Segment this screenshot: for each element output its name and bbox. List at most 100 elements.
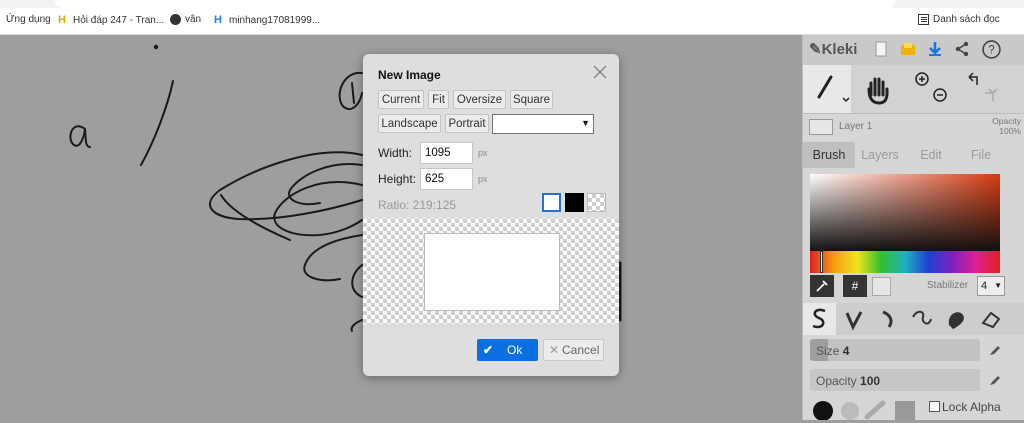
opacity-label: Opacity [816,374,857,388]
brush-icon [817,75,850,103]
cancel-button[interactable]: ✕ Cancel [543,339,604,361]
width-unit: px [478,148,488,158]
hue-handle[interactable] [820,251,823,273]
layer-row[interactable]: Layer 1 Opacity 100% [803,114,1024,140]
brush-chemy[interactable] [939,303,972,335]
lock-alpha-checkbox[interactable]: Lock Alpha [929,400,1001,414]
layer-thumbnail [809,119,833,135]
brush-pen[interactable] [803,303,836,335]
reading-list-icon [918,14,929,25]
layer-name: Layer 1 [839,121,873,132]
zoom-in-out-icon [915,72,947,102]
eraser-icon [981,311,1001,329]
edit-size-icon[interactable] [989,344,1001,356]
brush-sketchy[interactable] [871,303,904,335]
zoom-tools[interactable] [907,65,955,113]
brush-shape-icons [813,400,915,421]
edit-opacity-icon[interactable] [989,374,1001,386]
brush-tool[interactable] [803,65,851,113]
current-color-swatch[interactable] [872,277,891,296]
checkbox-icon [929,401,940,412]
stabilizer-select[interactable]: 4 ▼ [977,276,1005,296]
chevron-down-icon: ▼ [581,118,590,128]
brush-options-row: Lock Alpha [803,397,1024,421]
brush-pixel[interactable] [905,303,938,335]
close-icon: ✕ [549,343,560,357]
hand-icon [867,77,889,105]
help-icon[interactable]: ? [982,40,1001,59]
bookmark-van-label: vân [185,14,202,25]
hand-tool[interactable] [855,65,903,113]
preset-landscape-button[interactable]: Landscape [378,114,441,133]
bg-black-swatch[interactable] [565,193,584,212]
globe-icon [170,14,181,25]
undo-redo-tools[interactable] [959,65,1007,113]
tab-brush[interactable]: Brush [803,142,855,168]
undo-redo-icon [968,72,998,101]
bg-transparent-swatch[interactable] [587,193,606,212]
lock-alpha-label: Lock Alpha [942,400,1001,414]
tab-file[interactable]: File [956,142,1006,168]
size-slider[interactable]: Size 4 [810,339,980,361]
opacity-slider-text: Opacity 100 [816,374,880,388]
app-logo[interactable]: ✎Kleki [809,40,857,58]
hex-button[interactable]: # [843,275,867,297]
brush-eraser[interactable] [973,303,1006,335]
panel-tabs: Brush Layers Edit File [803,142,1024,168]
h-logo-icon: H [214,14,222,26]
opacity-value: 100 [860,374,881,388]
chevron-down-icon: ▼ [994,281,1002,290]
preview-canvas [424,233,560,311]
pen-brush-icon [812,308,826,329]
opacity-slider[interactable]: Opacity 100 [810,369,980,391]
new-document-icon[interactable] [873,41,889,57]
layer-opacity: Opacity 100% [992,116,1021,136]
preset-portrait-button[interactable]: Portrait [445,114,489,133]
ok-button[interactable]: ✔ Ok [477,339,538,361]
app-name: Kleki [821,41,858,58]
reading-list-button[interactable]: Danh sách đọc [918,14,1000,25]
size-label: Size [816,344,840,358]
bookmark-hoidap[interactable]: H Hỏi đáp 247 - Tran... [58,14,164,26]
tab-edit[interactable]: Edit [906,142,956,168]
download-icon[interactable] [927,41,943,57]
width-label: Width: [378,146,413,160]
height-label: Height: [378,172,417,186]
ok-label: Ok [507,343,523,357]
eyedropper-button[interactable] [810,275,834,297]
tool-row [803,65,1024,114]
bookmark-apps[interactable]: Ứng dụng [6,14,51,25]
brush-types [803,303,1024,335]
pixel-brush-icon [912,310,932,325]
preset-select[interactable]: ▼ [492,114,594,134]
h-logo-icon: H [58,14,66,26]
tool-panel: ✎Kleki ? Layer 1 Opacity 100% Brush Laye… [802,35,1024,421]
kleki-logo-icon: ✎ [809,41,822,58]
tab-layers[interactable]: Layers [855,142,905,168]
width-input[interactable]: 1095 [420,142,473,164]
bookmark-apps-label: Ứng dụng [6,14,51,25]
close-icon[interactable] [592,64,608,80]
preset-current-button[interactable]: Current [378,90,424,109]
preset-fit-button[interactable]: Fit [428,90,449,109]
brush-blend[interactable] [837,303,870,335]
ratio-text: Ratio: 219:125 [378,198,457,212]
bg-white-swatch[interactable] [542,193,561,212]
preset-square-button[interactable]: Square [510,90,553,109]
height-input[interactable]: 625 [420,168,473,190]
hue-slider[interactable] [810,251,1000,273]
bookmark-hoidap-label: Hỏi đáp 247 - Tran... [73,14,165,26]
dialog-title: New Image [378,68,441,82]
preset-oversize-button[interactable]: Oversize [453,90,506,109]
address-bar[interactable] [55,0,895,8]
save-icon[interactable] [900,41,916,57]
bookmark-minhang[interactable]: H minhang17081999... [214,14,320,26]
bookmark-minhang-label: minhang17081999... [229,14,321,26]
reading-list-label: Danh sách đọc [933,14,1000,25]
share-icon[interactable] [954,41,970,57]
bookmark-van[interactable]: vân [170,14,201,25]
color-picker-area[interactable] [810,174,1000,251]
bookmarks-bar: Ứng dụng H Hỏi đáp 247 - Tran... vân H m… [0,8,1024,35]
cancel-label: Cancel [562,343,600,357]
chemy-brush-icon [948,312,964,329]
